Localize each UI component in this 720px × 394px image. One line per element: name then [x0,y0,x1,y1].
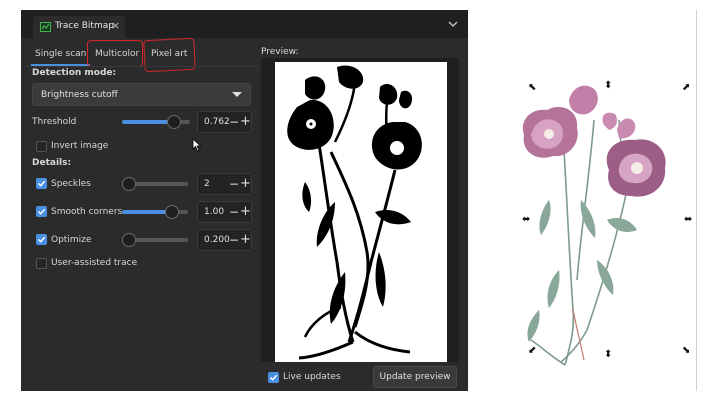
close-icon[interactable]: × [111,19,120,32]
traced-silhouette [287,65,422,360]
drawing-canvas[interactable]: ⬉ ⬍ ⬈ ⬌ ⬌ ⬋ ⬍ ⬊ [469,10,697,391]
increment-button[interactable]: + [240,233,251,247]
canvas-border [696,10,697,391]
detection-mode-select[interactable]: Brightness cutoff [32,83,251,106]
detection-mode-value: Brightness cutoff [41,90,118,100]
smooth-corners-label: Smooth corners [51,207,123,217]
slider-knob[interactable] [165,205,179,219]
update-preview-button[interactable]: Update preview [373,366,457,388]
checkmark-icon [269,374,278,381]
checkmark-icon [37,208,46,215]
scale-handle-top-left-icon[interactable]: ⬉ [528,83,536,93]
trace-bitmap-dock: Trace Bitmap × Single scan Multicolor Pi… [21,10,468,391]
decrement-button[interactable]: − [229,233,239,247]
speckles-slider[interactable] [122,177,188,191]
live-updates-checkbox[interactable] [268,372,279,383]
live-updates-label: Live updates [283,372,341,382]
annotation-mark-pixel-art [143,37,196,73]
optimize-checkbox[interactable] [36,234,47,245]
optimize-stepper[interactable]: 0.200 − + [197,229,252,251]
trace-bitmap-icon [40,22,51,32]
speckles-value: 2 [204,179,210,189]
details-heading: Details: [32,158,72,168]
invert-image-checkbox[interactable] [36,141,47,152]
speckles-checkbox[interactable] [36,178,47,189]
threshold-label: Threshold [32,117,77,127]
smooth-corners-checkbox[interactable] [36,206,47,217]
speckles-label: Speckles [51,179,91,189]
dock-tab-trace-bitmap[interactable]: Trace Bitmap × [33,16,125,38]
inkscape-window: Trace Bitmap × Single scan Multicolor Pi… [21,10,697,391]
increment-button[interactable]: + [240,177,251,191]
decrement-button[interactable]: − [229,115,239,129]
smooth-corners-slider[interactable] [122,205,188,219]
checkmark-icon [37,236,46,243]
scale-handle-top-right-icon[interactable]: ⬈ [682,83,690,93]
checkmark-icon [37,180,46,187]
threshold-stepper[interactable]: 0.762 − + [197,111,252,133]
botanical-image [522,85,666,366]
smooth-corners-value: 1.00 [204,207,225,217]
user-assisted-label: User-assisted trace [51,258,138,268]
dock-tab-title: Trace Bitmap [55,21,114,31]
mouse-cursor-icon [192,138,202,152]
decrement-button[interactable]: − [229,177,239,191]
chevron-down-icon[interactable] [446,17,460,31]
scale-handle-left-icon[interactable]: ⬌ [522,215,530,225]
detection-mode-heading: Detection mode: [32,68,117,78]
smooth-corners-stepper[interactable]: 1.00 − + [197,201,252,223]
optimize-slider[interactable] [122,233,188,247]
threshold-slider[interactable] [122,115,190,129]
tab-single-scan[interactable]: Single scan [31,44,91,66]
annotation-mark-multicolor [87,40,143,67]
invert-image-label: Invert image [51,141,109,151]
speckles-stepper[interactable]: 2 − + [197,173,252,195]
slider-knob[interactable] [122,233,136,247]
optimize-value: 0.200 [204,235,230,245]
user-assisted-checkbox[interactable] [36,258,47,269]
scale-handle-bottom-icon[interactable]: ⬍ [604,350,612,360]
scale-handle-bottom-left-icon[interactable]: ⬋ [528,346,536,356]
increment-button[interactable]: + [240,115,251,129]
dropdown-arrow-icon [232,92,242,97]
optimize-label: Optimize [51,235,92,245]
scale-handle-bottom-right-icon[interactable]: ⬊ [682,346,690,356]
slider-knob[interactable] [167,115,181,129]
decrement-button[interactable]: − [229,205,239,219]
dock-tab-bar: Trace Bitmap × [21,10,468,38]
slider-knob[interactable] [122,177,136,191]
scale-handle-top-icon[interactable]: ⬍ [604,81,612,91]
tab-divider [25,66,259,67]
scale-handle-right-icon[interactable]: ⬌ [684,215,692,225]
preview-label: Preview: [261,47,299,57]
trace-preview [275,62,447,362]
increment-button[interactable]: + [240,205,251,219]
threshold-value: 0.762 [204,117,230,127]
